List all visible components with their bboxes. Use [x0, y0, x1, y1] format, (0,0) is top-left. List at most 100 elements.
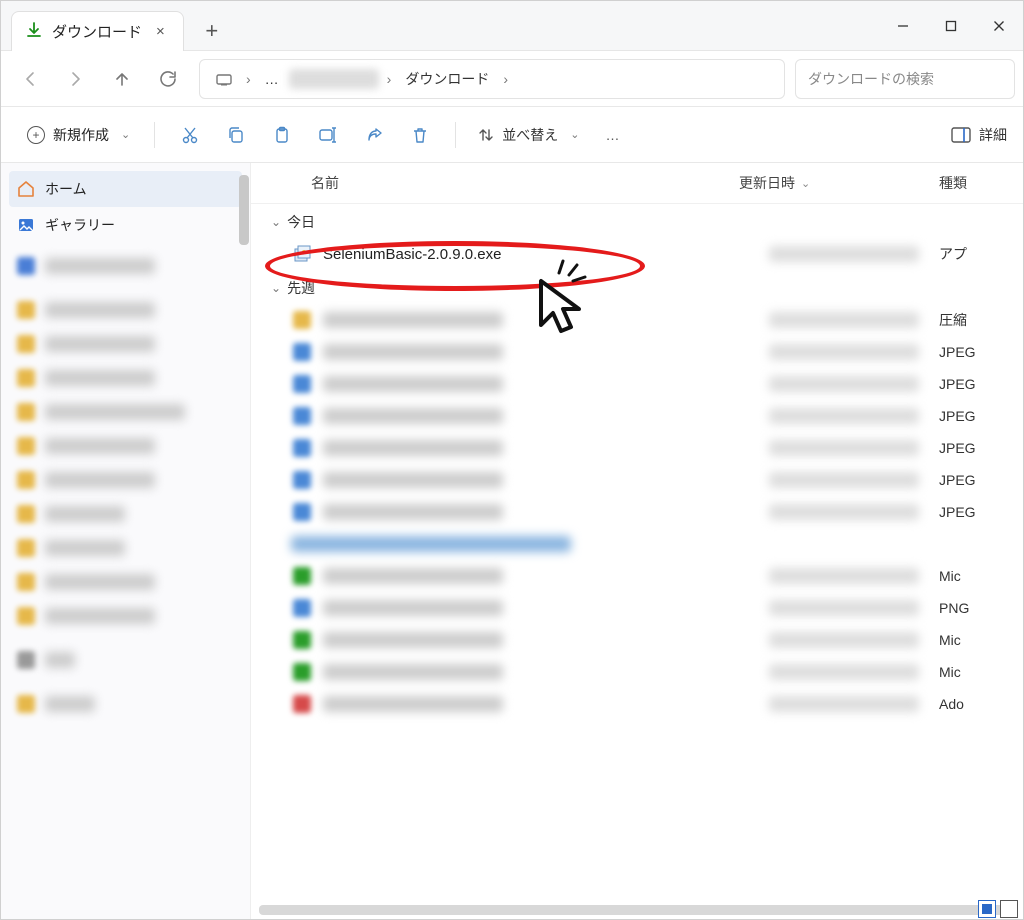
sidebar-item-blurred[interactable]	[1, 497, 250, 531]
sidebar-item-gallery[interactable]: ギャラリー	[1, 207, 250, 243]
file-date-blurred	[769, 632, 919, 648]
sidebar-item-home[interactable]: ホーム	[9, 171, 242, 207]
sidebar-scrollbar[interactable]	[239, 175, 249, 245]
file-row-blurred[interactable]: Mic	[251, 656, 1023, 688]
show-more-link-blurred[interactable]	[291, 536, 571, 552]
file-date-blurred	[769, 246, 919, 262]
file-date-blurred	[769, 312, 919, 328]
file-type: 圧縮	[939, 310, 999, 330]
file-type: JPEG	[939, 504, 999, 520]
sidebar-item-blurred[interactable]	[1, 599, 250, 633]
file-icon-blurred	[291, 694, 313, 714]
chevron-down-icon: ⌄	[117, 128, 130, 141]
file-type: JPEG	[939, 376, 999, 392]
file-name: SeleniumBasic-2.0.9.0.exe	[323, 246, 769, 263]
forward-button[interactable]	[55, 58, 97, 100]
minimize-button[interactable]	[879, 1, 927, 50]
maximize-button[interactable]	[927, 1, 975, 50]
sidebar-item-blurred[interactable]	[1, 429, 250, 463]
cut-button[interactable]	[169, 114, 211, 156]
file-name-blurred	[323, 664, 769, 680]
view-large-icon[interactable]	[1000, 900, 1018, 918]
sidebar-item-blurred[interactable]	[1, 361, 250, 395]
file-icon-blurred	[291, 310, 313, 330]
view-details-icon[interactable]	[978, 900, 996, 918]
file-name-blurred	[323, 632, 769, 648]
file-row-blurred[interactable]: Mic	[251, 560, 1023, 592]
column-header-type[interactable]: 種類	[939, 173, 999, 193]
column-header-name[interactable]: 名前	[311, 173, 739, 193]
up-button[interactable]	[101, 58, 143, 100]
more-button[interactable]: …	[591, 127, 633, 143]
sidebar: ホーム ギャラリー	[1, 163, 251, 919]
column-header-row: 名前 更新日時 ⌄ 種類	[251, 163, 1023, 204]
horizontal-scrollbar[interactable]	[259, 905, 1015, 915]
tab-downloads[interactable]: ダウンロード ×	[11, 11, 184, 51]
column-header-modified[interactable]: 更新日時 ⌄	[739, 173, 939, 193]
file-date-blurred	[769, 440, 919, 456]
chevron-down-icon: ⌄	[271, 281, 281, 295]
file-date-blurred	[769, 664, 919, 680]
file-name-blurred	[323, 408, 769, 424]
group-header-lastweek[interactable]: ⌄ 先週	[251, 270, 1023, 304]
file-icon-blurred	[291, 374, 313, 394]
file-row-blurred[interactable]: JPEG	[251, 336, 1023, 368]
search-input[interactable]: ダウンロードの検索	[795, 59, 1015, 99]
sort-icon	[478, 127, 494, 143]
new-item-button[interactable]: + 新規作成 ⌄	[17, 119, 140, 151]
breadcrumb-ellipsis[interactable]: …	[259, 67, 285, 91]
tab-close-button[interactable]: ×	[152, 23, 169, 40]
chevron-right-icon: ›	[242, 71, 255, 87]
refresh-button[interactable]	[147, 58, 189, 100]
sidebar-gallery-label: ギャラリー	[45, 215, 115, 235]
breadcrumb[interactable]: › … › ダウンロード ›	[199, 59, 785, 99]
file-name-blurred	[323, 696, 769, 712]
sidebar-item-blurred[interactable]	[1, 643, 250, 677]
file-row-blurred[interactable]: 圧縮	[251, 304, 1023, 336]
paste-button[interactable]	[261, 114, 303, 156]
download-arrow-icon	[26, 22, 42, 41]
file-row-blurred[interactable]: JPEG	[251, 464, 1023, 496]
titlebar: ダウンロード × +	[1, 1, 1023, 51]
sidebar-item-blurred[interactable]	[1, 395, 250, 429]
file-date-blurred	[769, 344, 919, 360]
close-button[interactable]	[975, 1, 1023, 50]
file-icon-blurred	[291, 406, 313, 426]
plus-circle-icon: +	[27, 126, 45, 144]
rename-button[interactable]	[307, 114, 349, 156]
group-header-today[interactable]: ⌄ 今日	[251, 204, 1023, 238]
file-type: JPEG	[939, 472, 999, 488]
file-explorer-window: ダウンロード × +	[0, 0, 1024, 920]
sidebar-item-blurred[interactable]	[1, 327, 250, 361]
delete-button[interactable]	[399, 114, 441, 156]
sidebar-item-blurred[interactable]	[1, 531, 250, 565]
file-icon-blurred	[291, 630, 313, 650]
sidebar-item-blurred[interactable]	[1, 463, 250, 497]
sidebar-item-blurred[interactable]	[1, 565, 250, 599]
file-icon-blurred	[291, 470, 313, 490]
sidebar-home-label: ホーム	[45, 179, 87, 199]
file-row-blurred[interactable]: JPEG	[251, 368, 1023, 400]
file-row-blurred[interactable]: Ado	[251, 688, 1023, 720]
share-button[interactable]	[353, 114, 395, 156]
breadcrumb-root-icon[interactable]	[210, 68, 238, 90]
file-row-seleniumbasic[interactable]: SeleniumBasic-2.0.9.0.exe アプ	[251, 238, 1023, 270]
file-name-blurred	[323, 568, 769, 584]
new-tab-button[interactable]: +	[192, 11, 232, 51]
sidebar-item-blurred[interactable]	[1, 687, 250, 721]
copy-button[interactable]	[215, 114, 257, 156]
file-row-blurred[interactable]: PNG	[251, 592, 1023, 624]
sidebar-item-blurred[interactable]	[1, 249, 250, 283]
file-type: JPEG	[939, 344, 999, 360]
details-pane-button[interactable]: 詳細	[951, 125, 1007, 145]
breadcrumb-current[interactable]: ダウンロード	[399, 65, 495, 93]
file-row-blurred[interactable]: Mic	[251, 624, 1023, 656]
back-button[interactable]	[9, 58, 51, 100]
home-icon	[17, 180, 35, 198]
file-row-blurred[interactable]: JPEG	[251, 432, 1023, 464]
file-row-blurred[interactable]: JPEG	[251, 496, 1023, 528]
sidebar-item-blurred[interactable]	[1, 293, 250, 327]
file-row-blurred[interactable]: JPEG	[251, 400, 1023, 432]
sort-button[interactable]: 並べ替え ⌄	[470, 121, 587, 149]
chevron-right-icon: ›	[383, 71, 396, 87]
